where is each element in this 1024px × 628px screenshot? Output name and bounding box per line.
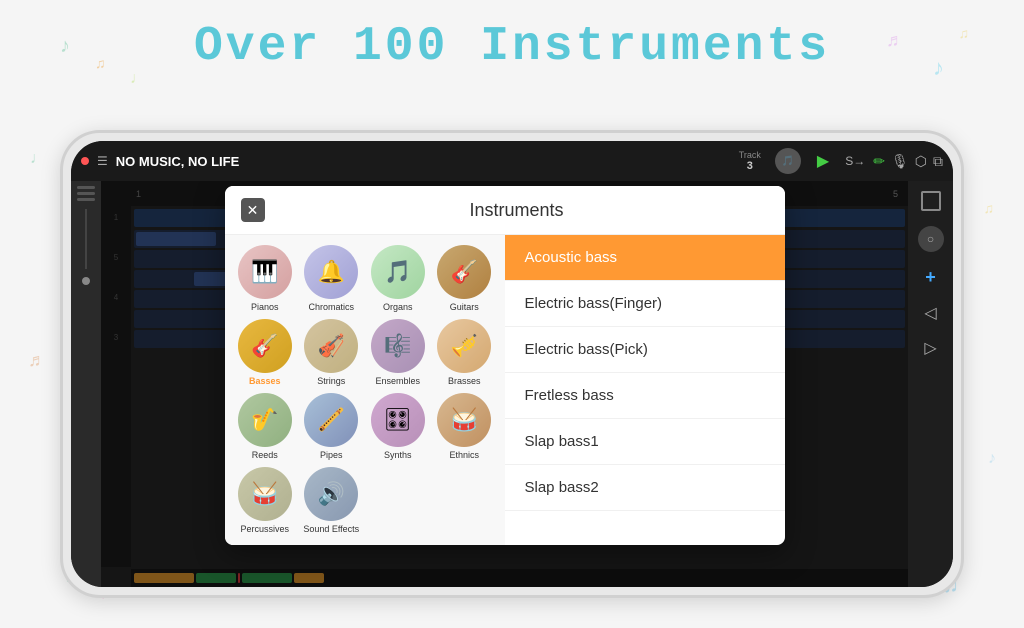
instrument-item-chromatics[interactable]: 🔔 Chromatics: [301, 245, 362, 313]
back-button[interactable]: ◁: [924, 303, 936, 323]
instrument-label-ensembles: Ensembles: [375, 376, 420, 387]
stop-button[interactable]: [921, 191, 941, 211]
modal-title: Instruments: [265, 200, 769, 221]
instrument-item-pipes[interactable]: 🪈 Pipes: [301, 393, 362, 461]
left-sidebar: [71, 181, 101, 587]
instrument-label-percussives: Percussives: [240, 524, 289, 535]
instrument-label-guitars: Guitars: [450, 302, 479, 313]
avatar: 🎵: [775, 148, 801, 174]
instrument-circle-strings: 🎻: [304, 319, 358, 373]
page-title: Over 100 Instruments: [0, 20, 1024, 74]
modal-body: 🎹 Pianos 🔔 Chromatics 🎵 Organs 🎸 Guitars 🎸 Basses…: [225, 235, 785, 545]
instrument-label-strings: Strings: [317, 376, 345, 387]
instrument-label-pipes: Pipes: [320, 450, 343, 461]
instrument-label-basses: Basses: [249, 376, 281, 387]
instrument-label-reeds: Reeds: [252, 450, 278, 461]
loop-icon[interactable]: S→: [845, 154, 865, 168]
modal-close-button[interactable]: ✕: [241, 198, 265, 222]
instrument-item-organs[interactable]: 🎵 Organs: [368, 245, 429, 313]
instrument-label-chromatics: Chromatics: [308, 302, 354, 313]
close-icon: ✕: [247, 202, 259, 219]
instrument-circle-reeds: 🎷: [238, 393, 292, 447]
instrument-circle-percussives: 🥁: [238, 467, 292, 521]
stamp-icon[interactable]: ⬡: [915, 153, 927, 170]
sidebar-line: [85, 209, 87, 269]
header-record-dot: [81, 157, 89, 165]
phone-frame: ☰ NO MUSIC, NO LIFE Track 3 🎵 ▶ S→ ✏ 🎙 ⬡…: [60, 130, 964, 598]
instrument-item-ethnics[interactable]: 🥁 Ethnics: [434, 393, 495, 461]
deco-note-13: ♬: [28, 350, 46, 371]
list-item-electric-bass-finger[interactable]: Electric bass(Finger): [505, 281, 785, 327]
instrument-label-soundfx: Sound Effects: [303, 524, 359, 535]
instrument-circle-pipes: 🪈: [304, 393, 358, 447]
instrument-item-reeds[interactable]: 🎷 Reeds: [235, 393, 296, 461]
instrument-label-organs: Organs: [383, 302, 413, 313]
play-button[interactable]: ▶: [817, 151, 829, 171]
instrument-item-ensembles[interactable]: 🎼 Ensembles: [368, 319, 429, 387]
deco-note-14: ♪: [988, 450, 996, 468]
app-header: ☰ NO MUSIC, NO LIFE Track 3 🎵 ▶ S→ ✏ 🎙 ⬡…: [71, 141, 953, 181]
phone-inner: ☰ NO MUSIC, NO LIFE Track 3 🎵 ▶ S→ ✏ 🎙 ⬡…: [71, 141, 953, 587]
instrument-item-synths[interactable]: 🎛 Synths: [368, 393, 429, 461]
instrument-circle-basses: 🎸: [238, 319, 292, 373]
instrument-item-soundfx[interactable]: 🔊 Sound Effects: [301, 467, 362, 535]
edit-icon[interactable]: ✏: [873, 153, 885, 170]
deco-note-12: ♫: [984, 200, 995, 216]
instrument-circle-pianos: 🎹: [238, 245, 292, 299]
modal-header: ✕ Instruments: [225, 186, 785, 235]
list-item-slap-bass1[interactable]: Slap bass1: [505, 419, 785, 465]
instrument-circle-ethnics: 🥁: [437, 393, 491, 447]
instrument-circle-synths: 🎛: [371, 393, 425, 447]
add-track-button[interactable]: +: [925, 267, 936, 288]
list-item-acoustic-bass[interactable]: Acoustic bass: [505, 235, 785, 281]
list-item-fretless-bass[interactable]: Fretless bass: [505, 373, 785, 419]
circle-button[interactable]: ○: [918, 226, 944, 252]
app-title: NO MUSIC, NO LIFE: [116, 154, 731, 169]
instrument-circle-soundfx: 🔊: [304, 467, 358, 521]
mic-icon[interactable]: 🎙: [891, 153, 909, 170]
instrument-label-synths: Synths: [384, 450, 412, 461]
track-label: Track: [739, 150, 761, 160]
copy-icon[interactable]: ⧉: [933, 153, 943, 170]
instrument-item-guitars[interactable]: 🎸 Guitars: [434, 245, 495, 313]
modal-overlay: ✕ Instruments 🎹 Pianos 🔔 Chromatics 🎵 Organs 🎸…: [101, 181, 908, 587]
sidebar-bar-3: [77, 198, 95, 201]
instrument-label-brasses: Brasses: [448, 376, 481, 387]
track-area: 1 2 3 5 1 5 4 3: [101, 181, 908, 587]
instrument-item-strings[interactable]: 🎻 Strings: [301, 319, 362, 387]
instrument-label-pianos: Pianos: [251, 302, 279, 313]
sidebar-bar-2: [77, 192, 95, 195]
title-area: Over 100 Instruments: [0, 20, 1024, 74]
instrument-circle-ensembles: 🎼: [371, 319, 425, 373]
instrument-item-pianos[interactable]: 🎹 Pianos: [235, 245, 296, 313]
instrument-item-brasses[interactable]: 🎺 Brasses: [434, 319, 495, 387]
instrument-label-ethnics: Ethnics: [449, 450, 479, 461]
instrument-item-percussives[interactable]: 🥁 Percussives: [235, 467, 296, 535]
sidebar-dot: [82, 277, 90, 285]
deco-note-11: ♩: [30, 150, 46, 168]
hamburger-icon[interactable]: ☰: [97, 154, 108, 168]
track-number: 3: [739, 160, 761, 172]
forward-button[interactable]: ▷: [924, 338, 936, 358]
instrument-item-basses[interactable]: 🎸 Basses: [235, 319, 296, 387]
list-item-slap-bass2[interactable]: Slap bass2: [505, 465, 785, 511]
instrument-circle-guitars: 🎸: [437, 245, 491, 299]
instrument-circle-organs: 🎵: [371, 245, 425, 299]
instrument-circle-chromatics: 🔔: [304, 245, 358, 299]
instrument-circle-brasses: 🎺: [437, 319, 491, 373]
instrument-list: Acoustic bassElectric bass(Finger)Electr…: [505, 235, 785, 545]
list-item-electric-bass-pick[interactable]: Electric bass(Pick): [505, 327, 785, 373]
app-content: 1 2 3 5 1 5 4 3: [71, 181, 953, 587]
right-panel: ○ + ◁ ▷: [908, 181, 953, 587]
instrument-grid: 🎹 Pianos 🔔 Chromatics 🎵 Organs 🎸 Guitars 🎸 Basses…: [225, 235, 505, 545]
instruments-modal: ✕ Instruments 🎹 Pianos 🔔 Chromatics 🎵 Organs 🎸…: [225, 186, 785, 545]
sidebar-bar-1: [77, 186, 95, 189]
